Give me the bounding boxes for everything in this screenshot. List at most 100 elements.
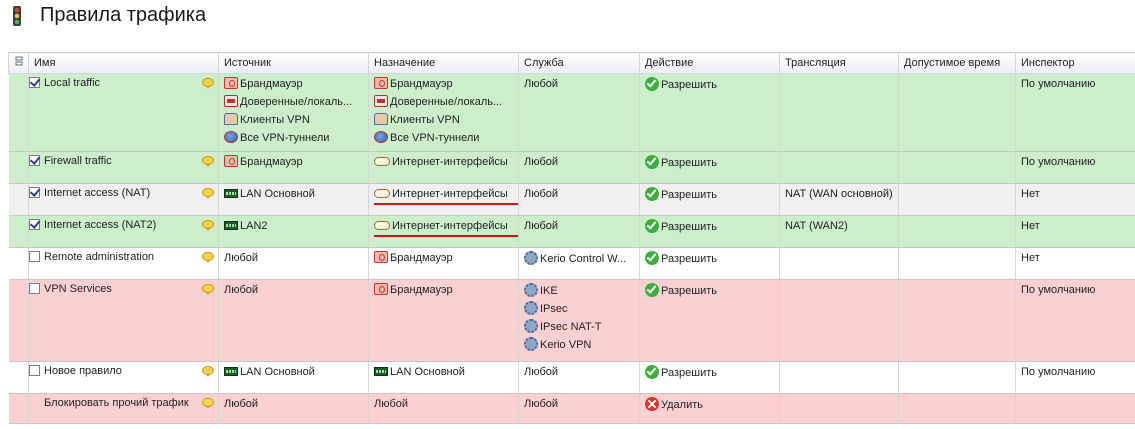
cell-item-label: Клиенты VPN xyxy=(390,114,460,126)
rule-action-cell[interactable]: Удалить xyxy=(639,393,780,424)
rule-action-cell[interactable]: Разрешить xyxy=(639,247,780,280)
rule-action-cell[interactable]: Разрешить xyxy=(639,279,780,362)
column-inspector-header[interactable]: Инспектор xyxy=(1015,52,1135,74)
rule-time-cell[interactable] xyxy=(898,73,1016,152)
comment-icon[interactable] xyxy=(202,284,214,295)
rule-action-cell[interactable]: Разрешить xyxy=(639,151,780,184)
rule-destination-cell[interactable]: Брандмауэр Доверенные/локаль... Клиенты VP… xyxy=(368,73,519,152)
rule-translation-cell[interactable] xyxy=(779,393,899,424)
cell-item-label: Любой xyxy=(224,284,259,296)
column-name-header[interactable]: Имя xyxy=(28,52,219,74)
rule-source-cell[interactable]: Любой xyxy=(218,247,369,280)
rule-destination-cell[interactable]: Интернет-интерфейсы xyxy=(368,151,519,184)
column-translation-header[interactable]: Трансляция xyxy=(779,52,899,74)
rule-enable-checkbox[interactable] xyxy=(29,187,40,198)
column-settings-header[interactable] xyxy=(8,52,29,74)
rule-service-cell[interactable]: Любой xyxy=(518,215,640,248)
rule-time-cell[interactable] xyxy=(898,361,1016,394)
comment-icon[interactable] xyxy=(202,78,214,89)
rule-action-cell[interactable]: Разрешить xyxy=(639,73,780,152)
rule-inspector-cell[interactable]: По умолчанию xyxy=(1015,73,1135,152)
rule-name-cell[interactable]: Internet access (NAT) xyxy=(28,183,219,216)
column-service-header[interactable]: Служба xyxy=(518,52,640,74)
rule-translation-cell[interactable]: NAT (WAN2) xyxy=(779,215,899,248)
rule-row[interactable]: Local traffic Брандмауэр Доверенные/локаль… xyxy=(8,73,1135,152)
rule-source-cell[interactable]: Брандмауэр Доверенные/локаль... Клиенты VP… xyxy=(218,73,369,152)
rule-service-cell[interactable]: Любой xyxy=(518,393,640,424)
rule-row[interactable]: Remote administration Любой Брандмауэр Keri… xyxy=(8,247,1135,280)
rule-source-cell[interactable]: LAN Основной xyxy=(218,361,369,394)
comment-icon[interactable] xyxy=(202,252,214,263)
rule-row[interactable]: Internet access (NAT2) LAN2 Интернет-интер… xyxy=(8,215,1135,248)
rule-destination-cell[interactable]: Брандмауэр xyxy=(368,247,519,280)
rule-row[interactable]: Firewall traffic Брандмауэр Интернет-интер… xyxy=(8,151,1135,184)
comment-icon[interactable] xyxy=(202,220,214,231)
rule-enable-checkbox[interactable] xyxy=(29,219,40,230)
rule-service-cell[interactable]: Kerio Control W... xyxy=(518,247,640,280)
rule-inspector-cell[interactable] xyxy=(1015,393,1135,424)
rule-destination-cell[interactable]: LAN Основной xyxy=(368,361,519,394)
rule-inspector-cell[interactable]: По умолчанию xyxy=(1015,361,1135,394)
rule-row[interactable]: VPN Services Любой Брандмауэр IKE IPsec IPsec… xyxy=(8,279,1135,362)
rule-name-cell[interactable]: Remote administration xyxy=(28,247,219,280)
rule-inspector-cell[interactable]: Нет xyxy=(1015,247,1135,280)
action-item: Разрешить xyxy=(645,77,779,95)
rule-source-cell[interactable]: Брандмауэр xyxy=(218,151,369,184)
rule-translation-cell[interactable] xyxy=(779,73,899,152)
rule-name-cell[interactable]: Новое правило xyxy=(28,361,219,394)
rule-translation-cell[interactable] xyxy=(779,247,899,280)
rule-translation-cell[interactable] xyxy=(779,279,899,362)
rule-inspector-cell[interactable]: Нет xyxy=(1015,215,1135,248)
rule-destination-cell[interactable]: Любой xyxy=(368,393,519,424)
rule-service-cell[interactable]: Любой xyxy=(518,151,640,184)
rule-time-cell[interactable] xyxy=(898,183,1016,216)
rule-name-cell[interactable]: Блокировать прочий трафик xyxy=(28,393,219,424)
rule-source-cell[interactable]: LAN Основной xyxy=(218,183,369,216)
rule-name-cell[interactable]: Internet access (NAT2) xyxy=(28,215,219,248)
rule-translation-cell[interactable] xyxy=(779,361,899,394)
rule-time-cell[interactable] xyxy=(898,279,1016,362)
rule-service-cell[interactable]: IKE IPsec IPsec NAT-T Kerio VPN xyxy=(518,279,640,362)
rule-action-cell[interactable]: Разрешить xyxy=(639,361,780,394)
comment-icon[interactable] xyxy=(202,188,214,199)
column-time-header[interactable]: Допустимое время xyxy=(898,52,1016,74)
comment-icon[interactable] xyxy=(202,366,214,377)
vpnclient-icon xyxy=(224,113,238,125)
rule-inspector-cell[interactable]: По умолчанию xyxy=(1015,279,1135,362)
rule-destination-cell[interactable]: Брандмауэр xyxy=(368,279,519,362)
rule-source-cell[interactable]: LAN2 xyxy=(218,215,369,248)
rule-enable-checkbox[interactable] xyxy=(29,251,40,262)
rule-source-cell[interactable]: Любой xyxy=(218,393,369,424)
rule-service-cell[interactable]: Любой xyxy=(518,73,640,152)
rule-destination-cell[interactable]: Интернет-интерфейсы xyxy=(368,183,519,216)
rule-row[interactable]: Блокировать прочий трафик Любой Любой Любой… xyxy=(8,393,1135,424)
rule-translation-cell[interactable] xyxy=(779,151,899,184)
comment-icon[interactable] xyxy=(202,156,214,167)
rule-enable-checkbox[interactable] xyxy=(29,77,40,88)
rule-inspector-cell[interactable]: Нет xyxy=(1015,183,1135,216)
rule-inspector-cell[interactable]: По умолчанию xyxy=(1015,151,1135,184)
rule-name-cell[interactable]: Local traffic xyxy=(28,73,219,152)
rule-time-cell[interactable] xyxy=(898,393,1016,424)
rule-name-cell[interactable]: Firewall traffic xyxy=(28,151,219,184)
rule-name-cell[interactable]: VPN Services xyxy=(28,279,219,362)
rule-enable-checkbox[interactable] xyxy=(29,155,40,166)
rule-time-cell[interactable] xyxy=(898,151,1016,184)
column-source-header[interactable]: Источник xyxy=(218,52,369,74)
rule-action-cell[interactable]: Разрешить xyxy=(639,183,780,216)
comment-icon[interactable] xyxy=(202,398,214,409)
rule-enable-checkbox[interactable] xyxy=(29,365,40,376)
rule-translation-cell[interactable]: NAT (WAN основной) xyxy=(779,183,899,216)
rule-action-cell[interactable]: Разрешить xyxy=(639,215,780,248)
rule-row[interactable]: Internet access (NAT) LAN Основной Интерне… xyxy=(8,183,1135,216)
rule-row[interactable]: Новое правило LAN Основной LAN Основной Люб… xyxy=(8,361,1135,394)
rule-service-cell[interactable]: Любой xyxy=(518,361,640,394)
rule-destination-cell[interactable]: Интернет-интерфейсы xyxy=(368,215,519,248)
rule-time-cell[interactable] xyxy=(898,247,1016,280)
column-destination-header[interactable]: Назначение xyxy=(368,52,519,74)
rule-source-cell[interactable]: Любой xyxy=(218,279,369,362)
rule-time-cell[interactable] xyxy=(898,215,1016,248)
rule-enable-checkbox[interactable] xyxy=(29,283,40,294)
rule-service-cell[interactable]: Любой xyxy=(518,183,640,216)
column-action-header[interactable]: Действие xyxy=(639,52,780,74)
